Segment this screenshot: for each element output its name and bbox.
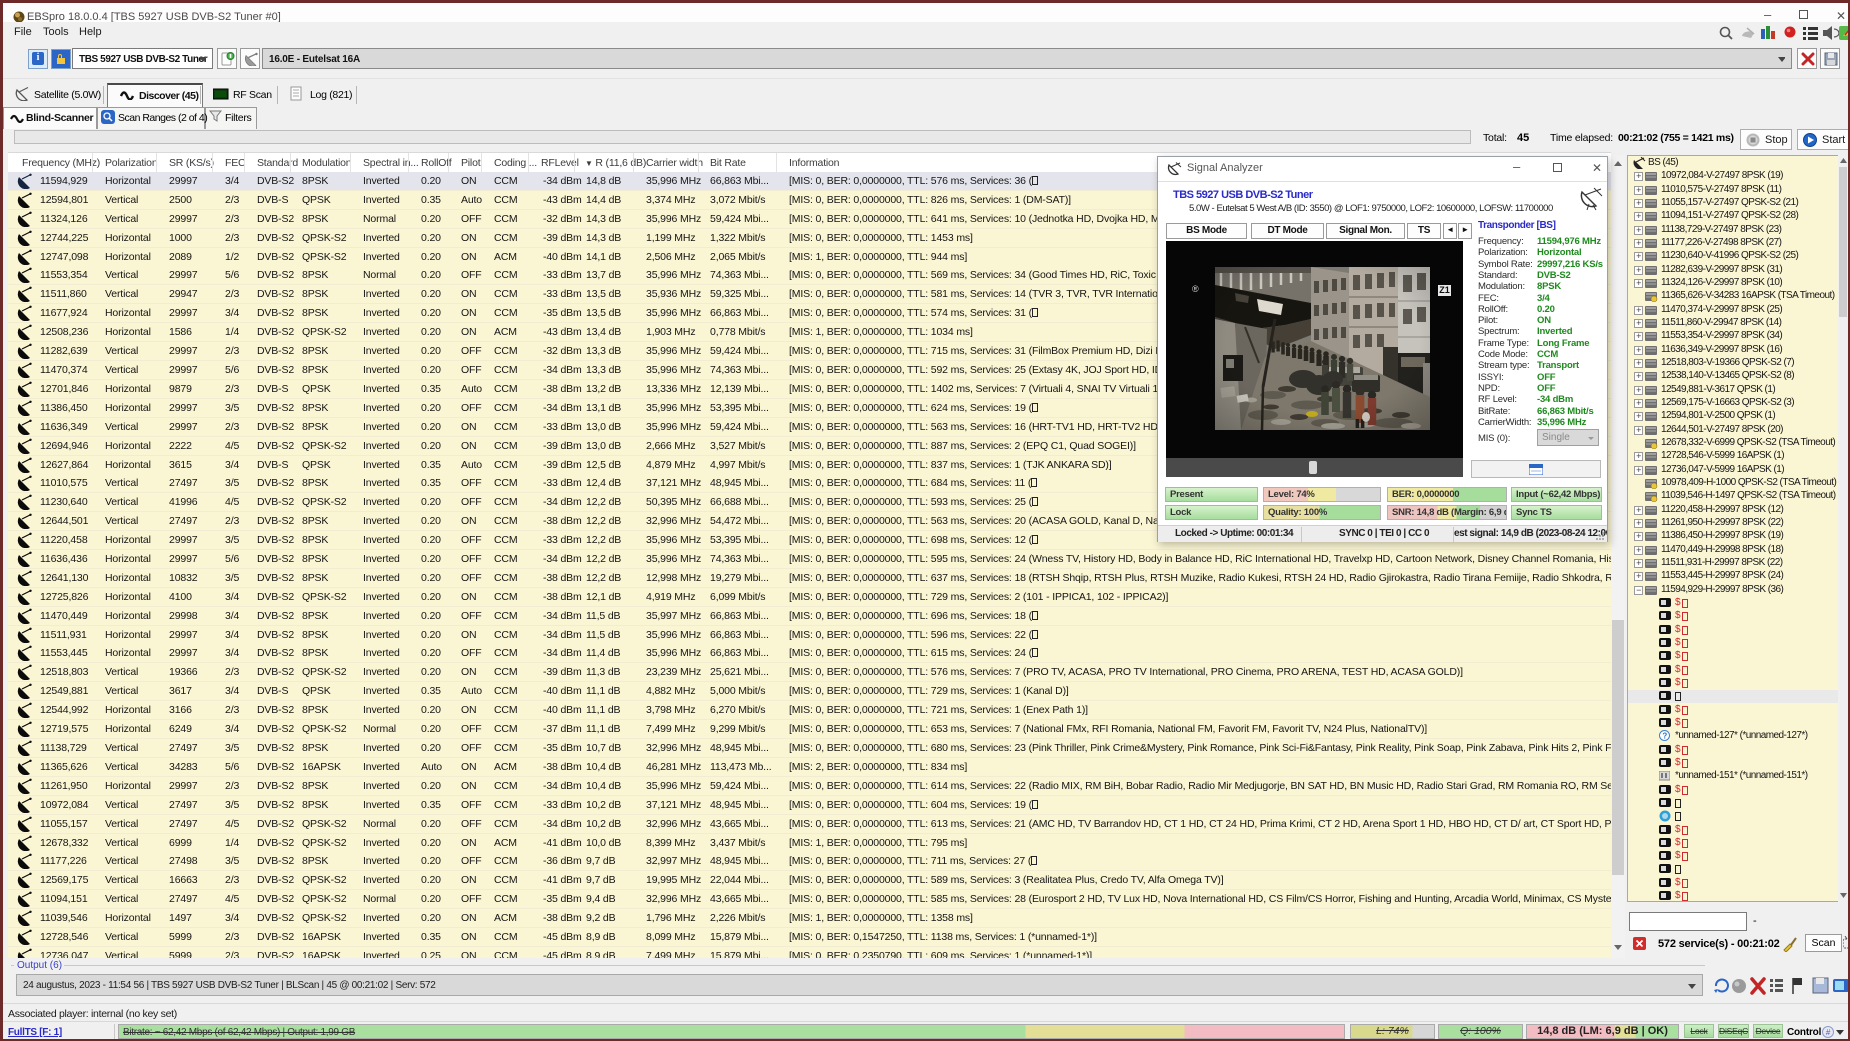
svg-text:?: ? bbox=[1662, 732, 1667, 741]
svg-text:#: # bbox=[1826, 1028, 1831, 1037]
